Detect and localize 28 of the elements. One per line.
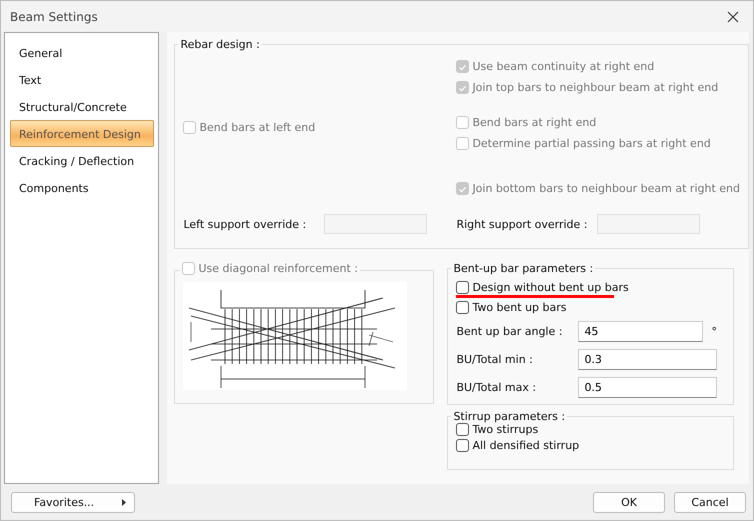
checkbox[interactable]: Two stirrups bbox=[456, 423, 726, 436]
unit-label: ° bbox=[711, 324, 717, 338]
checkbox[interactable]: Two bent up bars bbox=[456, 300, 567, 314]
dialog-button[interactable]: Cancel bbox=[674, 492, 746, 512]
checkbox[interactable]: All densified stirrup bbox=[456, 439, 726, 452]
field-label: BU/Total min : bbox=[456, 352, 534, 366]
checkbox[interactable]: Design without bent up bars bbox=[456, 280, 629, 294]
window-title: Beam Settings bbox=[10, 10, 98, 24]
field-label: BU/Total max : bbox=[456, 380, 538, 394]
sidebar-item[interactable]: Components bbox=[10, 174, 154, 201]
input-field[interactable]: 0.5 bbox=[578, 376, 718, 398]
caret-icon bbox=[122, 498, 126, 506]
field-label: Left support override : bbox=[183, 218, 308, 230]
group-title: Bent-up bar parameters : bbox=[452, 262, 594, 275]
favorites-button[interactable]: Favorites... bbox=[11, 492, 135, 512]
input-field[interactable]: 45 bbox=[578, 320, 704, 342]
field-label: Right support override : bbox=[456, 218, 588, 230]
input-field[interactable]: 0.3 bbox=[578, 348, 718, 370]
dialog-button[interactable]: OK bbox=[593, 492, 665, 512]
sidebar-item[interactable]: Text bbox=[10, 66, 154, 93]
sidebar-item[interactable]: General bbox=[10, 39, 154, 66]
field-label: Bent up bar angle : bbox=[456, 324, 564, 338]
sidebar-item[interactable]: Cracking / Deflection bbox=[10, 147, 154, 174]
group-title: Stirrup parameters : bbox=[452, 410, 566, 423]
group-title: Rebar design : bbox=[179, 38, 261, 51]
sidebar-item[interactable]: Reinforcement Design bbox=[10, 120, 154, 147]
close-icon[interactable] bbox=[727, 10, 739, 22]
sidebar-item[interactable]: Structural/Concrete bbox=[10, 93, 154, 120]
